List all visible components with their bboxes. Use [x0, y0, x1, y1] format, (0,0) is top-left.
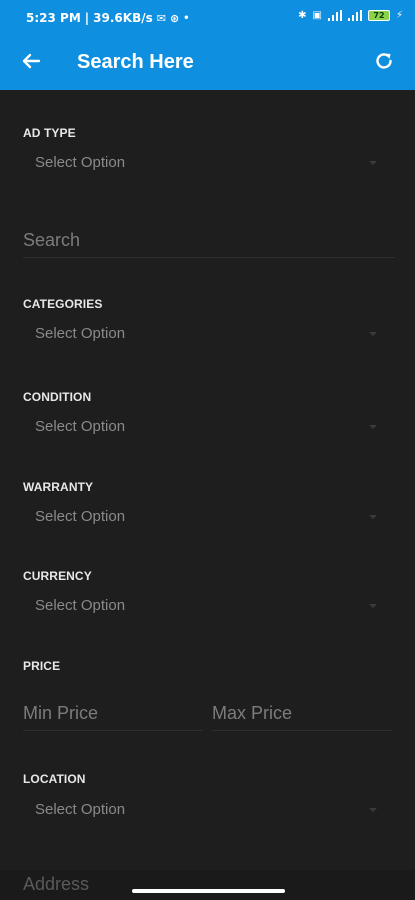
app-bar: Search Here — [0, 37, 415, 90]
back-button[interactable] — [20, 50, 42, 72]
warranty-select[interactable]: Select Option — [23, 502, 393, 532]
dropdown-caret-icon — [369, 161, 377, 165]
notification-icon: ✉ — [156, 11, 166, 25]
warranty-value: Select Option — [35, 508, 126, 525]
status-speed: 39.6KB/s — [93, 11, 153, 25]
ad-type-label: AD TYPE — [23, 126, 76, 140]
refresh-button[interactable] — [373, 50, 395, 72]
status-bar: 5:23 PM | 39.6KB/s ✉ ⊛ • ✱ ▣ 72 ⚡ — [0, 0, 415, 37]
battery-icon: 72 — [367, 10, 390, 21]
ad-type-select[interactable]: Select Option — [23, 148, 393, 178]
condition-label: CONDITION — [23, 390, 92, 404]
status-separator: | — [84, 11, 90, 25]
condition-value: Select Option — [35, 418, 126, 435]
arrow-left-icon — [22, 53, 41, 69]
dropdown-caret-icon — [369, 425, 377, 429]
price-label: PRICE — [23, 659, 61, 673]
categories-label: CATEGORIES — [23, 297, 103, 311]
condition-select[interactable]: Select Option — [23, 412, 393, 442]
status-right: ✱ ▣ 72 ⚡ — [298, 10, 403, 21]
dropdown-caret-icon — [369, 604, 377, 608]
currency-select[interactable]: Select Option — [23, 591, 393, 621]
search-form: AD TYPE Select Option CATEGORIES Select … — [0, 90, 415, 900]
categories-select[interactable]: Select Option — [23, 319, 393, 349]
dropdown-caret-icon — [369, 332, 377, 336]
charging-icon: ⚡ — [395, 10, 403, 21]
home-indicator[interactable] — [132, 889, 285, 893]
status-left: 5:23 PM | 39.6KB/s ✉ ⊛ • — [26, 11, 190, 25]
dropdown-caret-icon — [369, 515, 377, 519]
location-select[interactable]: Select Option — [23, 795, 393, 825]
nfc-icon: ▣ — [312, 10, 322, 21]
max-price-input[interactable] — [212, 697, 392, 731]
page-title: Search Here — [77, 51, 194, 73]
bluetooth-icon: ✱ — [298, 10, 307, 21]
currency-label: CURRENCY — [23, 569, 92, 583]
currency-value: Select Option — [35, 597, 126, 614]
address-input-partial[interactable]: Address — [23, 874, 89, 895]
ad-type-value: Select Option — [35, 154, 126, 171]
sync-icon: ⊛ — [169, 11, 180, 25]
location-value: Select Option — [35, 801, 126, 818]
refresh-icon — [376, 53, 392, 69]
categories-value: Select Option — [35, 325, 126, 342]
min-price-input[interactable] — [23, 697, 203, 731]
warranty-label: WARRANTY — [23, 480, 94, 494]
search-input[interactable] — [23, 224, 395, 258]
dot-icon: • — [183, 12, 190, 24]
location-label: LOCATION — [23, 772, 86, 786]
status-time: 5:23 PM — [26, 11, 81, 25]
dropdown-caret-icon — [369, 808, 377, 812]
signal-icon — [327, 10, 342, 21]
signal-2-icon — [347, 10, 362, 21]
